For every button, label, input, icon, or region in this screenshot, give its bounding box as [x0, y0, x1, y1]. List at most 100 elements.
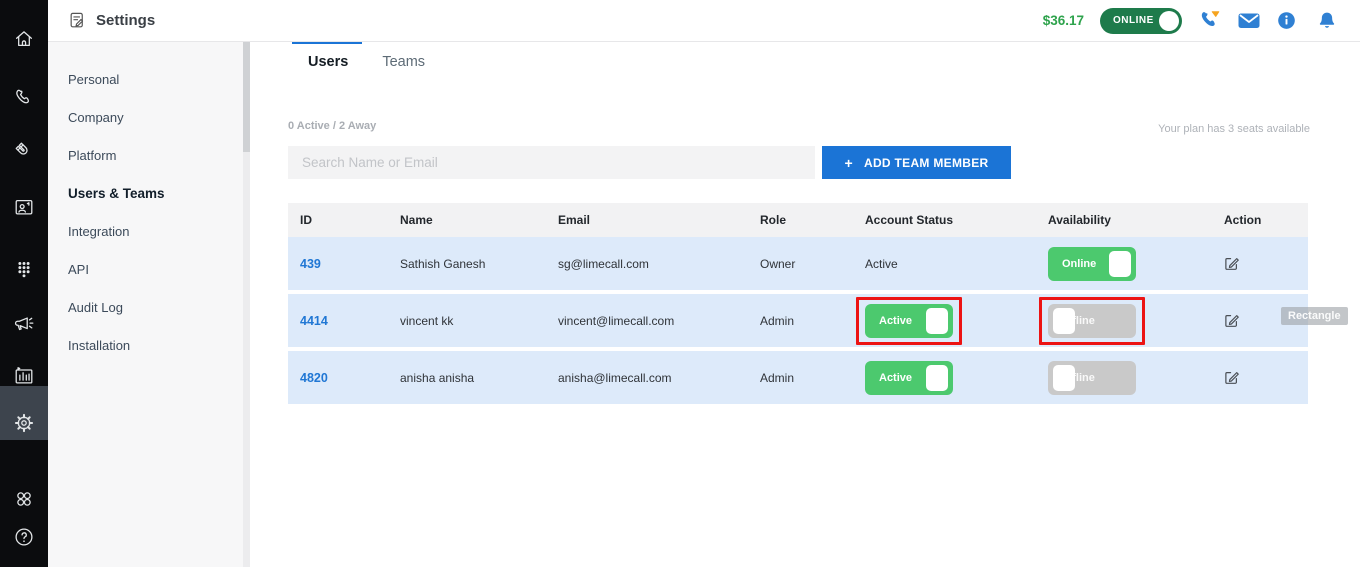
availability-toggle[interactable]: Online: [1048, 247, 1136, 281]
settings-nav-item-integration[interactable]: Integration: [48, 212, 250, 250]
cell-role: Admin: [748, 351, 853, 404]
user-name: anisha anisha: [400, 371, 474, 385]
home-icon[interactable]: [0, 17, 48, 61]
tabs: Users Teams: [308, 54, 425, 70]
edit-user-button[interactable]: [1224, 370, 1239, 385]
dialpad-icon[interactable]: [0, 247, 48, 291]
phone-icon[interactable]: [0, 76, 48, 120]
add-team-member-label: ADD TEAM MEMBER: [864, 156, 989, 170]
tab-users[interactable]: Users: [308, 54, 348, 70]
header-cell-email: Email: [546, 203, 748, 237]
table-body: 439 Sathish Ganesh sg@limecall.com Owner Act…: [288, 237, 1308, 404]
user-role: Owner: [760, 257, 795, 271]
cell-id: 4414: [288, 294, 388, 347]
account-status-toggle[interactable]: Active: [865, 361, 953, 395]
annotation-wrap: Active: [865, 304, 953, 338]
cell-action: [1212, 351, 1308, 404]
cell-name: anisha anisha: [388, 351, 546, 404]
phone-calls-icon[interactable]: [1198, 9, 1222, 33]
cell-account-status: Active: [853, 351, 1036, 404]
cell-name: vincent kk: [388, 294, 546, 347]
annotation-wrap: Offline: [1048, 304, 1136, 338]
user-name: vincent kk: [400, 314, 453, 328]
cell-account-status: Active: [853, 237, 1036, 290]
users-table: ID Name Email Role Account Status Availa…: [288, 203, 1308, 404]
help-icon[interactable]: [0, 515, 48, 559]
cell-email: anisha@limecall.com: [546, 351, 748, 404]
availability-toggle-knob: [1053, 365, 1075, 391]
settings-nav-item-platform[interactable]: Platform: [48, 136, 250, 174]
settings-nav-item-installation[interactable]: Installation: [48, 326, 250, 364]
header-cell-action: Action: [1212, 203, 1308, 237]
topbar: Settings $36.17 ONLINE: [48, 0, 1360, 42]
settings-nav-item-audit-log[interactable]: Audit Log: [48, 288, 250, 326]
settings-note-icon: [68, 11, 87, 30]
availability-toggle[interactable]: Offline: [1048, 361, 1136, 395]
main-content: Users Teams 0 Active / 2 Away Your plan …: [250, 42, 1360, 567]
cell-availability: Offline: [1036, 294, 1212, 347]
app-rail: [0, 0, 48, 567]
header-cell-availability: Availability: [1036, 203, 1212, 237]
user-id-link[interactable]: 4820: [300, 371, 328, 385]
megaphone-icon[interactable]: [0, 302, 48, 346]
settings-nav-item-users-teams[interactable]: Users & Teams: [48, 174, 250, 212]
user-role: Admin: [760, 314, 794, 328]
settings-nav-item-personal[interactable]: Personal: [48, 60, 250, 98]
account-status-toggle-label: Active: [879, 315, 912, 327]
table-row: 439 Sathish Ganesh sg@limecall.com Owner Act…: [288, 237, 1308, 290]
cell-email: sg@limecall.com: [546, 237, 748, 290]
table-row: 4414 vincent kk vincent@limecall.com Admin A…: [288, 294, 1308, 347]
cell-role: Admin: [748, 294, 853, 347]
online-status-label: ONLINE: [1113, 15, 1154, 26]
user-id-link[interactable]: 4414: [300, 314, 328, 328]
cell-account-status: Active: [853, 294, 1036, 347]
settings-icon[interactable]: [0, 401, 48, 445]
account-status-text: Active: [865, 257, 898, 271]
cell-name: Sathish Ganesh: [388, 237, 546, 290]
notifications-bell-icon[interactable]: [1316, 10, 1338, 32]
analytics-icon[interactable]: [0, 354, 48, 398]
seats-note: Your plan has 3 seats available: [1158, 123, 1310, 135]
search-input[interactable]: [288, 146, 815, 179]
cell-action: [1212, 237, 1308, 290]
header-cell-role: Role: [748, 203, 853, 237]
user-email: vincent@limecall.com: [558, 314, 674, 328]
add-team-member-button[interactable]: + ADD TEAM MEMBER: [822, 146, 1011, 179]
user-id-link[interactable]: 439: [300, 257, 321, 271]
page-title: Settings: [96, 12, 155, 29]
magnet-icon[interactable]: [0, 129, 48, 173]
cell-availability: Offline: [1036, 351, 1212, 404]
edit-user-button[interactable]: [1224, 313, 1239, 328]
cell-role: Owner: [748, 237, 853, 290]
settings-nav-item-company[interactable]: Company: [48, 98, 250, 136]
cell-id: 4820: [288, 351, 388, 404]
settings-nav-item-api[interactable]: API: [48, 250, 250, 288]
account-status-toggle-knob: [926, 308, 948, 334]
user-name: Sathish Ganesh: [400, 257, 485, 271]
header-cell-account-status: Account Status: [853, 203, 1036, 237]
balance-display: $36.17: [1043, 13, 1084, 28]
table-header: ID Name Email Role Account Status Availa…: [288, 203, 1308, 237]
availability-toggle[interactable]: Offline: [1048, 304, 1136, 338]
info-icon[interactable]: [1276, 10, 1297, 31]
cell-id: 439: [288, 237, 388, 290]
online-toggle-knob: [1159, 11, 1179, 31]
availability-toggle-knob: [1053, 308, 1075, 334]
header-cell-name: Name: [388, 203, 546, 237]
cell-email: vincent@limecall.com: [546, 294, 748, 347]
contacts-icon[interactable]: [0, 185, 48, 229]
status-summary: 0 Active / 2 Away: [288, 120, 376, 132]
cell-availability: Online: [1036, 237, 1212, 290]
account-status-toggle[interactable]: Active: [865, 304, 953, 338]
app-window: Settings $36.17 ONLINE Personal Company …: [0, 0, 1360, 567]
user-email: sg@limecall.com: [558, 257, 649, 271]
mail-icon[interactable]: [1237, 9, 1261, 33]
online-status-toggle[interactable]: ONLINE: [1100, 8, 1182, 34]
annotation-tool-tooltip: Rectangle: [1281, 307, 1348, 325]
nav-scrollbar-thumb[interactable]: [243, 42, 250, 152]
edit-user-button[interactable]: [1224, 256, 1239, 271]
plus-icon: +: [845, 155, 853, 171]
tab-teams[interactable]: Teams: [382, 54, 425, 70]
nav-scrollbar-track: [243, 42, 250, 567]
user-role: Admin: [760, 371, 794, 385]
